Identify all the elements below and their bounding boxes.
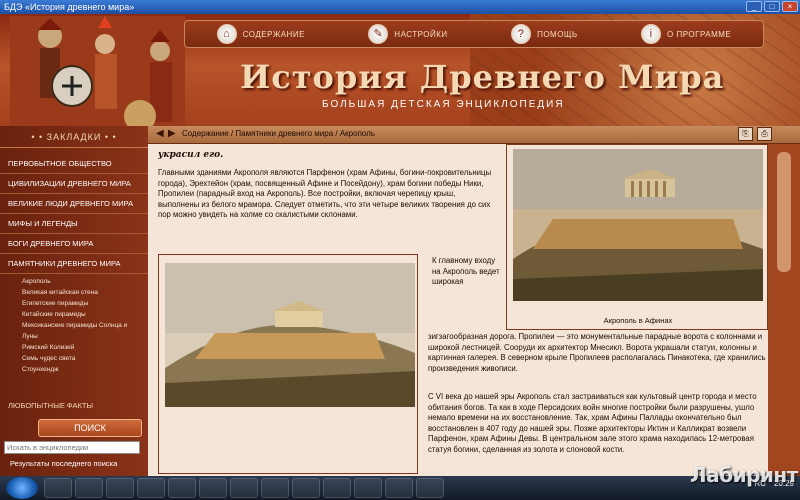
app-title: История Древнего Мира — [240, 58, 725, 96]
taskbar-app[interactable] — [44, 478, 72, 498]
taskbar-apps — [44, 478, 444, 498]
menu-help-label: ПОМОЩЬ — [537, 29, 578, 39]
figure-acropolis-left — [158, 254, 418, 474]
sidebar-item-great-people[interactable]: ВЕЛИКИЕ ЛЮДИ ДРЕВНЕГО МИРА — [0, 194, 148, 214]
taskbar-app[interactable] — [385, 478, 413, 498]
forward-arrow-icon[interactable]: ▶ — [168, 128, 176, 139]
back-arrow-icon[interactable]: ◀ — [156, 128, 164, 139]
figure-acropolis-right: Акрополь в Афинах — [506, 144, 768, 330]
warriors-illustration — [10, 16, 185, 126]
article-paragraph: зигзагообразная дорога. Пропилеи — это м… — [428, 332, 766, 373]
close-button[interactable]: × — [782, 1, 798, 12]
article-content: украсил его. Главными зданиями Акрополя … — [148, 144, 768, 476]
monuments-subnav: Акрополь Великая китайская стена Египетс… — [0, 274, 148, 375]
breadcrumb: Содержание / Памятники древнего мира / А… — [182, 129, 376, 138]
print-icon[interactable]: ⎙ — [757, 127, 772, 141]
taskbar-app[interactable] — [323, 478, 351, 498]
sidebar-item-monuments[interactable]: ПАМЯТНИКИ ДРЕВНЕГО МИРА — [0, 254, 148, 274]
toolbar-tools: ⎘ ⎙ — [738, 127, 772, 141]
content-scrollbar[interactable] — [768, 144, 800, 476]
subnav-item[interactable]: Луны — [22, 331, 148, 342]
search-button[interactable]: ПОИСК — [38, 419, 142, 437]
taskbar-app[interactable] — [168, 478, 196, 498]
sidebar-item-civilizations[interactable]: ЦИВИЛИЗАЦИИ ДРЕВНЕГО МИРА — [0, 174, 148, 194]
menu-about[interactable]: i О ПРОГРАММЕ — [641, 24, 731, 44]
figure-caption: Акрополь в Афинах — [603, 316, 673, 325]
taskbar-app[interactable] — [106, 478, 134, 498]
last-search-results-link[interactable]: Результаты последнего поиска — [10, 459, 117, 468]
sidebar-item-myths[interactable]: МИФЫ И ЛЕГЕНДЫ — [0, 214, 148, 234]
acropolis-photo — [513, 149, 763, 301]
window-title: БДЭ «История древнего мира» — [4, 2, 135, 12]
breadcrumb-bar: ◀ ▶ Содержание / Памятники древнего мира… — [148, 126, 800, 144]
scroll-thumb[interactable] — [777, 152, 791, 272]
minimize-button[interactable]: _ — [746, 1, 762, 12]
subnav-item[interactable]: Семь чудес света — [22, 353, 148, 364]
taskbar-app[interactable] — [199, 478, 227, 498]
subnav-item[interactable]: Римский Колизей — [22, 342, 148, 353]
taskbar-app[interactable] — [137, 478, 165, 498]
subnav-item[interactable]: Мексиканские пирамиды Солнца и — [22, 320, 148, 331]
taskbar-app[interactable] — [292, 478, 320, 498]
menu-settings[interactable]: ✎ НАСТРОЙКИ — [368, 24, 447, 44]
article-paragraph: С VI века до нашей эры Акрополь стал зас… — [428, 392, 757, 454]
menu-contents-label: СОДЕРЖАНИЕ — [242, 29, 305, 39]
menu-help[interactable]: ? ПОМОЩЬ — [511, 24, 578, 44]
wrench-icon: ✎ — [368, 24, 389, 44]
subnav-item[interactable]: Акрополь — [22, 276, 148, 287]
article-paragraph-beside-image: К главному входу на Акрополь ведет широк… — [432, 256, 500, 286]
taskbar-app[interactable] — [230, 478, 258, 498]
subnav-item[interactable]: Китайские пирамиды — [22, 309, 148, 320]
start-button[interactable] — [6, 477, 38, 499]
menu-about-label: О ПРОГРАММЕ — [667, 29, 732, 39]
menu-settings-label: НАСТРОЙКИ — [394, 29, 448, 39]
app-subtitle: БОЛЬШАЯ ДЕТСКАЯ ЭНЦИКЛОПЕДИЯ — [322, 99, 565, 110]
taskbar-app[interactable] — [261, 478, 289, 498]
info-icon: i — [641, 24, 662, 44]
sidebar-item-primitive-society[interactable]: ПЕРВОБЫТНОЕ ОБЩЕСТВО — [0, 154, 148, 174]
taskbar-app[interactable] — [416, 478, 444, 498]
article-lead: украсил его. — [158, 150, 224, 160]
app-header: ⌂ СОДЕРЖАНИЕ ✎ НАСТРОЙКИ ? ПОМОЩЬ i О ПР… — [0, 14, 800, 126]
bookmarks-header: • • ЗАКЛАДКИ • • — [0, 126, 148, 148]
os-taskbar: RU 20:29 — [0, 476, 800, 500]
home-icon: ⌂ — [216, 24, 237, 44]
search-input[interactable] — [4, 441, 140, 454]
sidebar-item-gods[interactable]: БОГИ ДРЕВНЕГО МИРА — [0, 234, 148, 254]
window-controls: _ □ × — [746, 1, 798, 12]
sidebar-nav: ПЕРВОБЫТНОЕ ОБЩЕСТВО ЦИВИЛИЗАЦИИ ДРЕВНЕГ… — [0, 148, 148, 375]
sidebar: • • ЗАКЛАДКИ • • ПЕРВОБЫТНОЕ ОБЩЕСТВО ЦИ… — [0, 126, 148, 476]
acropolis-photo — [165, 263, 415, 407]
bookmark-icon[interactable]: ⎘ — [738, 127, 753, 141]
help-icon: ? — [511, 24, 532, 44]
sidebar-item-curious-facts[interactable]: ЛЮБОПЫТНЫЕ ФАКТЫ — [8, 401, 93, 410]
article-paragraph: Главными зданиями Акрополя являются Парф… — [158, 168, 492, 219]
window-title-bar: БДЭ «История древнего мира» _ □ × — [0, 0, 800, 14]
maximize-button[interactable]: □ — [764, 1, 780, 12]
main-menu: ⌂ СОДЕРЖАНИЕ ✎ НАСТРОЙКИ ? ПОМОЩЬ i О ПР… — [184, 20, 764, 48]
watermark-logo: Лабиринт — [690, 463, 798, 487]
taskbar-app[interactable] — [354, 478, 382, 498]
subnav-item[interactable]: Египетские пирамиды — [22, 298, 148, 309]
subnav-item[interactable]: Стоунхендж — [22, 364, 148, 375]
taskbar-app[interactable] — [75, 478, 103, 498]
subnav-item[interactable]: Великая китайская стена — [22, 287, 148, 298]
menu-contents[interactable]: ⌂ СОДЕРЖАНИЕ — [216, 24, 305, 44]
